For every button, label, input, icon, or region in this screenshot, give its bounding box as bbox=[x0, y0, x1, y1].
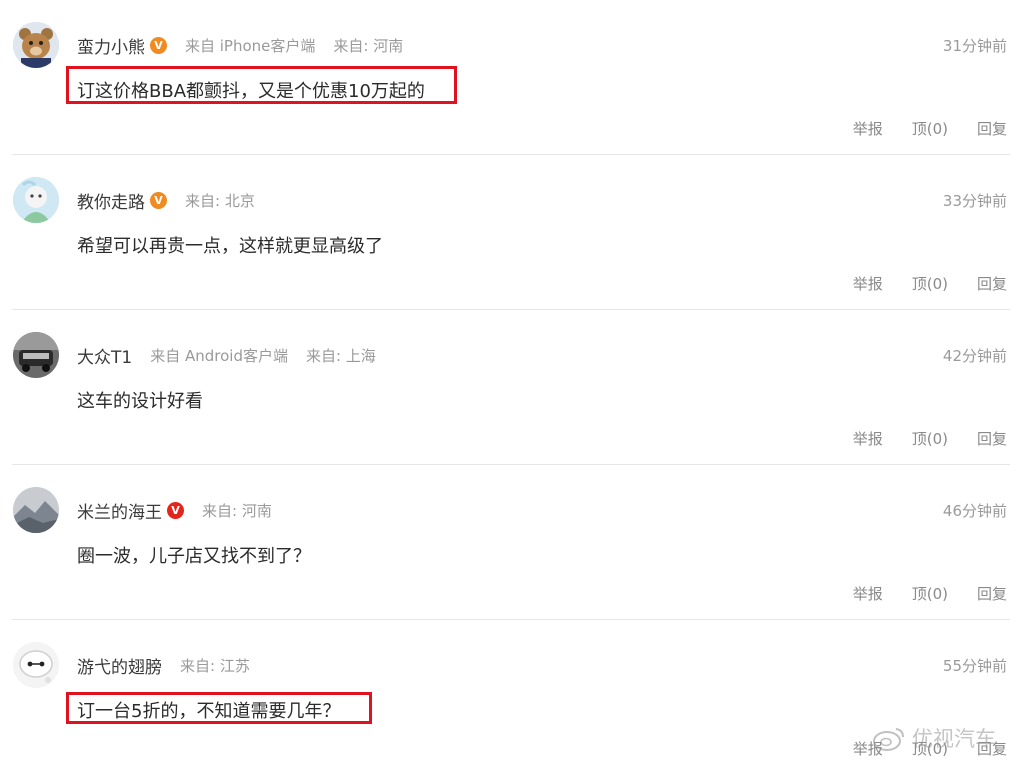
avatar[interactable] bbox=[13, 22, 59, 68]
comment-meta: 蛮力小熊 V 来自 iPhone客户端 来自: 河南 bbox=[77, 33, 404, 58]
reply-button[interactable]: 回复 bbox=[977, 583, 1007, 604]
comment-item: 蛮力小熊 V 来自 iPhone客户端 来自: 河南 31分钟前 订这价格BBA… bbox=[0, 0, 1024, 155]
source-client: 来自 Android客户端 bbox=[150, 346, 288, 365]
source-client: 来自 iPhone客户端 bbox=[185, 36, 316, 55]
avatar[interactable] bbox=[13, 487, 59, 533]
landscape-avatar-icon bbox=[13, 487, 59, 533]
highlight-box bbox=[66, 692, 372, 724]
source-location: 来自: 河南 bbox=[333, 36, 404, 55]
highlight-box bbox=[66, 66, 457, 104]
verified-badge-icon: V bbox=[150, 36, 167, 54]
report-button[interactable]: 举报 bbox=[853, 118, 883, 139]
timestamp: 46分钟前 bbox=[942, 502, 1007, 520]
comment-item: 大众T1 来自 Android客户端 来自: 上海 42分钟前 这车的设计好看 … bbox=[0, 310, 1024, 465]
like-button[interactable]: 顶(0) bbox=[912, 118, 948, 139]
source-location: 来自: 北京 bbox=[185, 191, 255, 210]
verified-badge-icon: V bbox=[167, 501, 184, 519]
username[interactable]: 大众T1 bbox=[77, 343, 132, 368]
avatar[interactable] bbox=[13, 642, 59, 688]
reply-button[interactable]: 回复 bbox=[977, 428, 1007, 449]
username[interactable]: 游弋的翅膀 bbox=[77, 653, 162, 678]
comment-meta: 米兰的海王 V 来自: 河南 bbox=[77, 498, 272, 523]
username[interactable]: 米兰的海王 bbox=[77, 498, 162, 523]
comment-actions: 举报 顶(0) 回复 bbox=[824, 583, 1007, 604]
username[interactable]: 教你走路 bbox=[77, 188, 145, 213]
like-button[interactable]: 顶(0) bbox=[912, 583, 948, 604]
illustration-avatar-icon bbox=[13, 177, 59, 223]
comment-actions: 举报 顶(0) 回复 bbox=[824, 273, 1007, 294]
like-button[interactable]: 顶(0) bbox=[912, 273, 948, 294]
comment-meta: 大众T1 来自 Android客户端 来自: 上海 bbox=[77, 343, 376, 368]
bear-avatar-icon bbox=[13, 22, 59, 68]
robot-avatar-icon bbox=[13, 642, 59, 688]
comment-text: 希望可以再贵一点，这样就更显高级了 bbox=[77, 236, 383, 257]
source-location: 来自: 上海 bbox=[305, 346, 376, 365]
timestamp: 33分钟前 bbox=[942, 192, 1007, 210]
timestamp: 55分钟前 bbox=[942, 657, 1007, 675]
comment-meta: 游弋的翅膀 来自: 江苏 bbox=[77, 653, 250, 678]
reply-button[interactable]: 回复 bbox=[977, 273, 1007, 294]
avatar[interactable] bbox=[13, 332, 59, 378]
report-button[interactable]: 举报 bbox=[853, 428, 883, 449]
comment-meta: 教你走路 V 来自: 北京 bbox=[77, 188, 255, 213]
weibo-icon bbox=[873, 728, 904, 751]
watermark-text: 优视汽车 bbox=[912, 727, 996, 751]
source-location: 来自: 江苏 bbox=[180, 656, 250, 675]
comment-item: 米兰的海王 V 来自: 河南 46分钟前 圈一波，儿子店又找不到了？ 举报 顶(… bbox=[0, 465, 1024, 620]
source-location: 来自: 河南 bbox=[202, 501, 272, 520]
reply-button[interactable]: 回复 bbox=[977, 118, 1007, 139]
timestamp: 42分钟前 bbox=[942, 347, 1007, 365]
car-photo-avatar-icon bbox=[13, 332, 59, 378]
watermark: 优视汽车 bbox=[872, 723, 996, 753]
verified-badge-icon: V bbox=[150, 191, 167, 209]
timestamp: 31分钟前 bbox=[942, 37, 1007, 55]
report-button[interactable]: 举报 bbox=[853, 273, 883, 294]
comment-actions: 举报 顶(0) 回复 bbox=[824, 118, 1007, 139]
report-button[interactable]: 举报 bbox=[853, 583, 883, 604]
avatar[interactable] bbox=[13, 177, 59, 223]
comment-text: 这车的设计好看 bbox=[77, 391, 203, 412]
username[interactable]: 蛮力小熊 bbox=[77, 33, 145, 58]
comment-actions: 举报 顶(0) 回复 bbox=[824, 428, 1007, 449]
comment-item: 教你走路 V 来自: 北京 33分钟前 希望可以再贵一点，这样就更显高级了 举报… bbox=[0, 155, 1024, 310]
like-button[interactable]: 顶(0) bbox=[912, 428, 948, 449]
comment-item: 游弋的翅膀 来自: 江苏 55分钟前 订一台5折的，不知道需要几年？ 举报 顶(… bbox=[0, 620, 1024, 775]
comment-text: 圈一波，儿子店又找不到了？ bbox=[77, 546, 311, 567]
